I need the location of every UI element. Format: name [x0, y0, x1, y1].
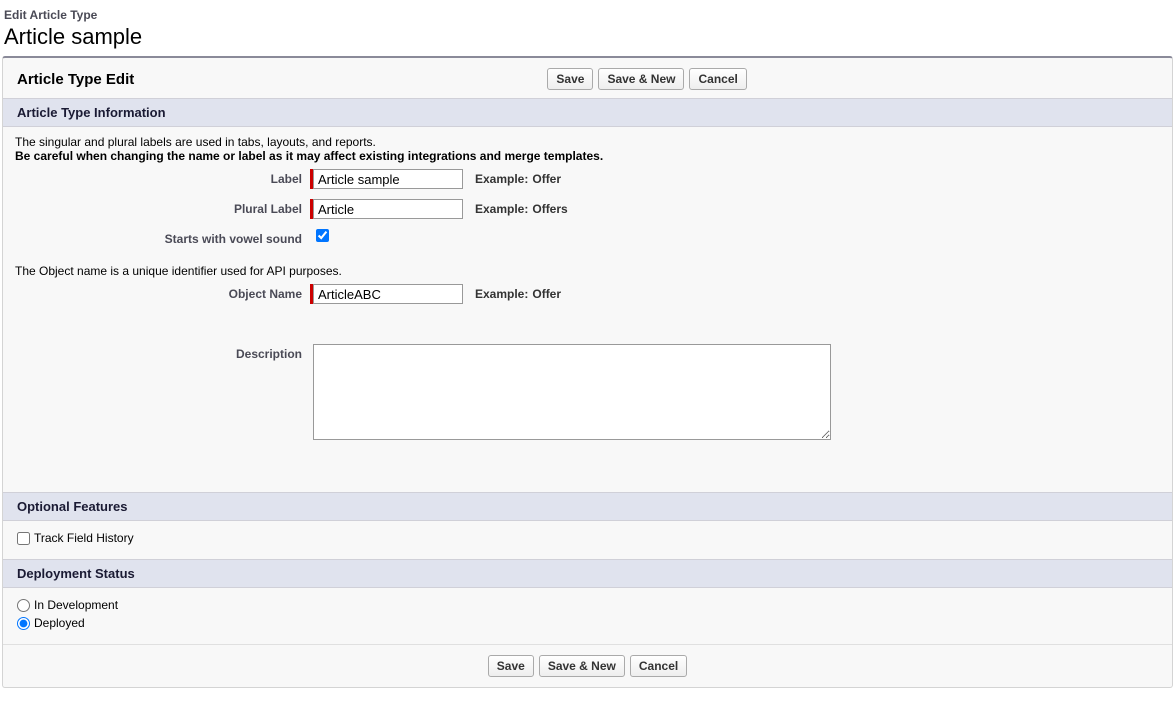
example-value: Offer [532, 172, 561, 186]
deploy-deployed-label: Deployed [34, 616, 85, 630]
description-textarea[interactable] [313, 344, 831, 440]
vowel-label: Starts with vowel sound [15, 229, 310, 246]
label-input[interactable] [313, 169, 463, 189]
deploy-in-dev-radio[interactable] [17, 599, 30, 612]
section-optional-header: Optional Features [3, 492, 1172, 521]
edit-panel: Article Type Edit Save Save & New Cancel… [2, 56, 1173, 688]
panel-title: Article Type Edit [17, 71, 134, 88]
deploy-in-dev-option[interactable]: In Development [17, 598, 1158, 612]
deploy-deployed-option[interactable]: Deployed [17, 616, 1158, 630]
save-button[interactable]: Save [488, 655, 534, 677]
object-help: The Object name is a unique identifier u… [15, 264, 1160, 278]
save-new-button[interactable]: Save & New [539, 655, 625, 677]
breadcrumb: Edit Article Type [4, 8, 1171, 22]
save-button[interactable]: Save [547, 68, 593, 90]
cancel-button[interactable]: Cancel [630, 655, 687, 677]
example-value: Offer [532, 287, 561, 301]
section-deploy-header: Deployment Status [3, 559, 1172, 588]
help-text-1: The singular and plural labels are used … [15, 135, 1160, 149]
bottom-button-row: Save Save & New Cancel [3, 644, 1172, 687]
example-label: Example: [475, 172, 528, 186]
example-label: Example: [475, 287, 528, 301]
object-name-label: Object Name [15, 284, 310, 301]
section-info-header: Article Type Information [3, 98, 1172, 127]
track-history-option[interactable]: Track Field History [17, 531, 1158, 545]
label-label: Label [15, 169, 310, 186]
track-history-label: Track Field History [34, 531, 134, 545]
plural-label-input[interactable] [313, 199, 463, 219]
page-title: Article sample [4, 24, 1171, 50]
save-new-button[interactable]: Save & New [598, 68, 684, 90]
deploy-deployed-radio[interactable] [17, 617, 30, 630]
object-name-input[interactable] [313, 284, 463, 304]
example-label: Example: [475, 202, 528, 216]
plural-label-label: Plural Label [15, 199, 310, 216]
description-label: Description [15, 344, 310, 361]
example-value: Offers [532, 202, 567, 216]
vowel-checkbox[interactable] [316, 229, 329, 242]
deploy-in-dev-label: In Development [34, 598, 118, 612]
cancel-button[interactable]: Cancel [689, 68, 746, 90]
top-button-row: Save Save & New Cancel [134, 68, 1160, 90]
help-text-2: Be careful when changing the name or lab… [15, 149, 1160, 163]
track-history-checkbox[interactable] [17, 532, 30, 545]
